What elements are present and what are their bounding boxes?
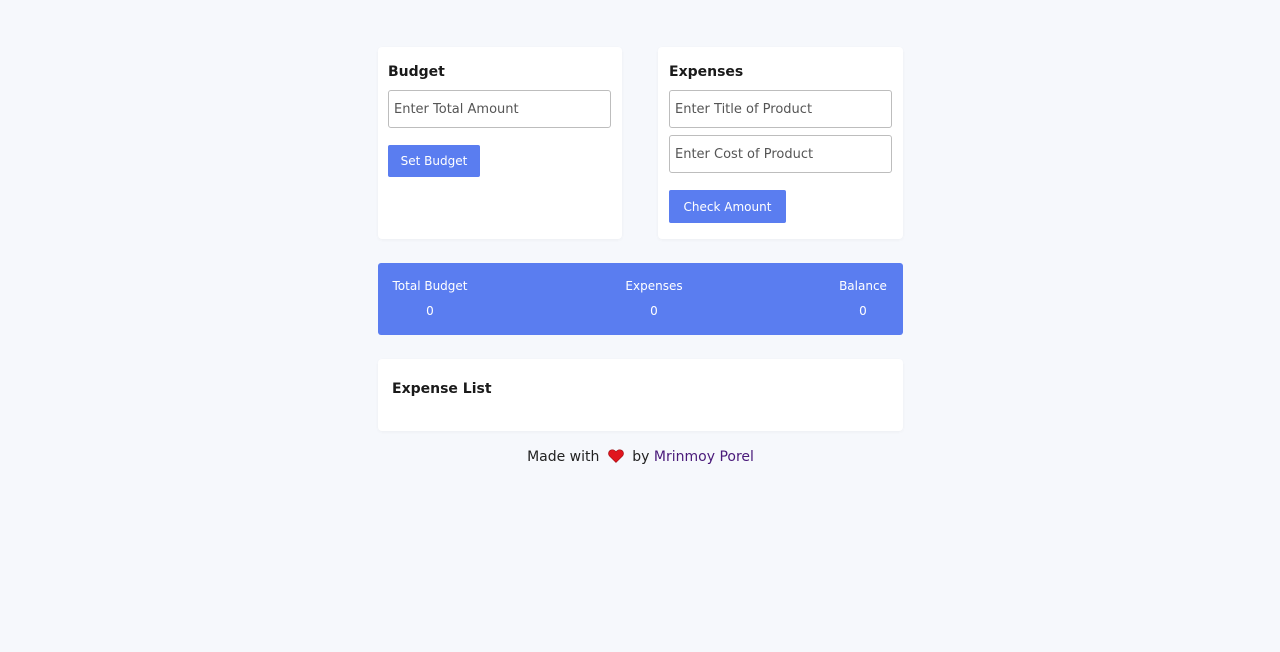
total-budget-summary: Total Budget 0: [392, 278, 468, 319]
heart-icon: [608, 449, 624, 469]
set-budget-button[interactable]: Set Budget: [388, 145, 480, 177]
footer-prefix: Made with: [527, 449, 600, 465]
total-budget-value: 0: [426, 304, 434, 318]
balance-summary: Balance 0: [833, 278, 893, 319]
expenses-card: Expenses Check Amount: [658, 47, 903, 239]
expense-list-title: Expense List: [392, 381, 492, 397]
budget-card: Budget Set Budget: [378, 47, 622, 239]
author-link[interactable]: Mrinmoy Porel: [654, 449, 754, 465]
footer: Made with by Mrinmoy Porel: [378, 447, 903, 467]
input-row: Budget Set Budget Expenses Check Amount: [378, 47, 903, 239]
expenses-summary-label: Expenses: [625, 279, 683, 293]
product-title-input[interactable]: [669, 90, 892, 128]
budget-title: Budget: [388, 64, 445, 80]
product-cost-input[interactable]: [669, 135, 892, 173]
footer-by: by: [632, 449, 650, 465]
balance-value: 0: [859, 304, 867, 318]
check-amount-button[interactable]: Check Amount: [669, 190, 786, 223]
total-budget-label: Total Budget: [392, 279, 468, 293]
expense-list-card: Expense List: [378, 359, 903, 431]
expenses-title: Expenses: [669, 64, 744, 80]
budget-amount-input[interactable]: [388, 90, 611, 128]
expenses-summary: Expenses 0: [618, 278, 690, 319]
expenses-summary-value: 0: [650, 304, 658, 318]
summary-bar: Total Budget 0 Expenses 0 Balance 0: [378, 263, 903, 335]
balance-label: Balance: [839, 279, 887, 293]
app-container: Budget Set Budget Expenses Check Amount …: [378, 47, 903, 467]
